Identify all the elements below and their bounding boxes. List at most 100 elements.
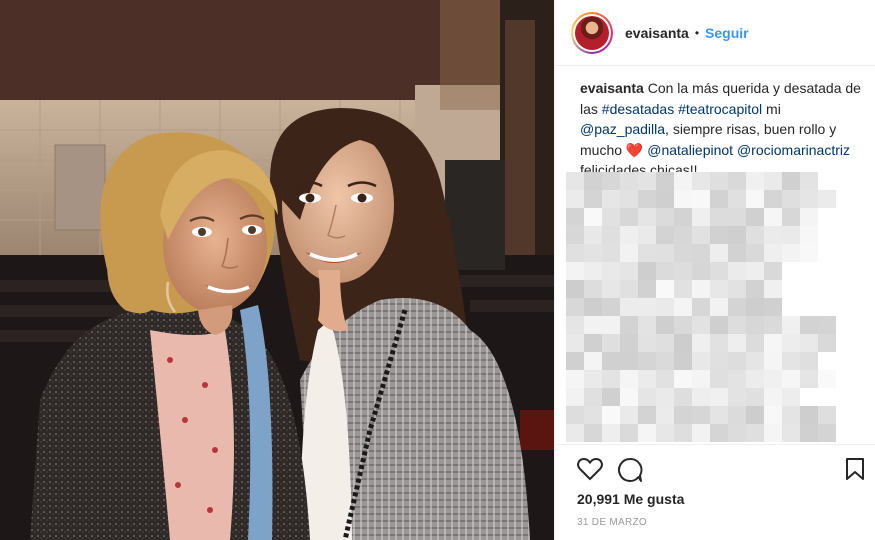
pixel-tile: [620, 388, 638, 406]
heart-outline-icon[interactable]: [577, 457, 603, 486]
pixel-tile: [620, 424, 638, 442]
comment-bubble-icon[interactable]: [617, 457, 643, 488]
pixel-tile: [800, 424, 818, 442]
pixel-tile: [692, 190, 710, 208]
pixel-tile: [728, 262, 746, 280]
pixel-tile: [620, 172, 638, 190]
pixel-tile: [764, 226, 782, 244]
mention-nataliepinot[interactable]: @nataliepinot: [647, 142, 733, 158]
pixel-tile: [800, 208, 818, 226]
pixel-tile: [782, 424, 800, 442]
pixel-tile: [638, 244, 656, 262]
pixel-tile: [710, 388, 728, 406]
pixel-tile: [764, 424, 782, 442]
pixel-tile: [710, 406, 728, 424]
pixel-tile: [638, 172, 656, 190]
pixel-tile: [602, 280, 620, 298]
pixel-tile: [764, 190, 782, 208]
caption-text-2: mi: [766, 100, 781, 117]
avatar-image: [575, 15, 609, 50]
pixel-tile: [710, 352, 728, 370]
bookmark-icon[interactable]: [845, 457, 865, 486]
pixel-tile: [638, 424, 656, 442]
pixel-tile: [620, 316, 638, 334]
pixel-tile: [746, 352, 764, 370]
pixel-tile: [566, 226, 584, 244]
pixel-tile: [710, 316, 728, 334]
pixel-tile: [674, 244, 692, 262]
pixel-tile: [818, 370, 836, 388]
header-username[interactable]: evaisanta: [625, 25, 689, 41]
post-photo[interactable]: [0, 0, 554, 540]
pixel-tile: [692, 406, 710, 424]
pixel-tile: [800, 370, 818, 388]
pixel-tile: [728, 226, 746, 244]
hashtag-teatrocapitol[interactable]: #teatrocapitol: [678, 101, 762, 117]
likes-count[interactable]: 20,991 Me gusta: [577, 491, 684, 507]
pixel-tile: [818, 424, 836, 442]
pixel-tile: [566, 262, 584, 280]
pixel-tile: [764, 316, 782, 334]
pixel-tile: [692, 262, 710, 280]
pixel-tile: [746, 172, 764, 190]
pixel-tile: [674, 388, 692, 406]
mention-rociomarinactriz[interactable]: @rociomarinactriz: [737, 142, 850, 158]
post-date[interactable]: 31 DE MARZO: [577, 517, 647, 528]
pixel-tile: [656, 172, 674, 190]
pixel-tile: [782, 352, 800, 370]
pixel-tile: [782, 190, 800, 208]
pixel-tile: [746, 190, 764, 208]
pixel-tile: [602, 388, 620, 406]
pixel-tile: [746, 208, 764, 226]
pixel-tile: [800, 352, 818, 370]
pixel-tile: [710, 262, 728, 280]
pixel-tile: [674, 190, 692, 208]
pixel-tile: [656, 298, 674, 316]
pixel-tile: [620, 334, 638, 352]
pixel-tile: [566, 298, 584, 316]
pixel-tile: [674, 262, 692, 280]
pixel-tile: [764, 406, 782, 424]
pixel-tile: [728, 406, 746, 424]
pixel-tile: [782, 226, 800, 244]
pixel-tile: [602, 424, 620, 442]
avatar[interactable]: [571, 11, 613, 54]
pixel-tile: [638, 334, 656, 352]
pixel-tile: [656, 352, 674, 370]
pixel-tile: [692, 226, 710, 244]
pixel-tile: [818, 190, 836, 208]
follow-button[interactable]: Seguir: [705, 25, 749, 41]
pixel-tile: [674, 424, 692, 442]
pixel-tile: [800, 172, 818, 190]
pixel-tile: [566, 316, 584, 334]
pixel-tile: [728, 388, 746, 406]
pixel-tile: [602, 190, 620, 208]
hashtag-desatadas[interactable]: #desatadas: [602, 101, 674, 117]
pixel-tile: [638, 370, 656, 388]
pixel-tile: [584, 424, 602, 442]
pixel-tile: [692, 334, 710, 352]
pixel-tile: [566, 406, 584, 424]
pixel-tile: [620, 262, 638, 280]
pixel-tile: [728, 352, 746, 370]
pixel-tile: [638, 190, 656, 208]
header-separator: •: [694, 25, 700, 40]
pixel-tile: [602, 172, 620, 190]
pixel-tile: [584, 208, 602, 226]
pixel-tile: [746, 244, 764, 262]
pixel-tile: [656, 388, 674, 406]
caption-username[interactable]: evaisanta: [580, 80, 644, 96]
pixel-tile: [728, 280, 746, 298]
pixel-tile: [764, 334, 782, 352]
pixel-tile: [692, 370, 710, 388]
pixel-tile: [638, 280, 656, 298]
photo-illustration: [0, 0, 554, 540]
pixel-tile: [584, 190, 602, 208]
pixel-tile: [710, 334, 728, 352]
pixel-tile: [692, 280, 710, 298]
mention-paz-padilla[interactable]: @paz_padilla: [580, 121, 665, 137]
pixel-tile: [638, 208, 656, 226]
pixel-tile: [584, 298, 602, 316]
pixel-tile: [674, 334, 692, 352]
pixel-tile: [746, 298, 764, 316]
